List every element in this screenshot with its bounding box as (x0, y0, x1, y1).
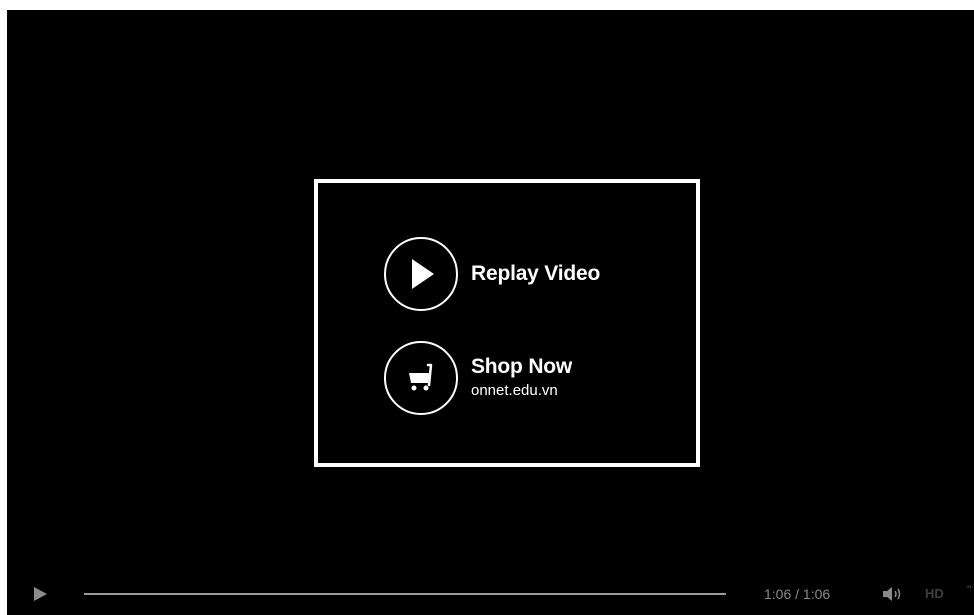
video-player[interactable]: Replay Video Shop Now onnet.edu.vn 1:06 … (7, 10, 974, 615)
play-icon (412, 259, 434, 289)
replay-label: Replay Video (471, 262, 601, 285)
player-controls: 1:06 / 1:06 HD " (7, 575, 974, 615)
replay-video-button[interactable]: Replay Video (384, 237, 600, 311)
play-icon[interactable] (31, 584, 51, 604)
time-display: 1:06 / 1:06 (764, 586, 831, 602)
progress-fill (84, 593, 726, 595)
shopping-cart-icon (409, 363, 433, 391)
shop-text: Shop Now onnet.edu.vn (471, 355, 572, 401)
shop-now-button[interactable]: Shop Now onnet.edu.vn (384, 341, 572, 415)
progress-bar[interactable] (84, 589, 726, 599)
end-screen-card: Replay Video Shop Now onnet.edu.vn (314, 179, 700, 467)
shop-circle[interactable] (384, 341, 458, 415)
shop-label: Shop Now (471, 355, 573, 378)
replay-text: Replay Video (471, 262, 600, 286)
more-button[interactable]: " (967, 583, 971, 597)
replay-circle[interactable] (384, 237, 458, 311)
hd-toggle[interactable]: HD (925, 586, 944, 601)
shop-domain: onnet.edu.vn (471, 382, 558, 399)
volume-icon[interactable] (881, 585, 903, 603)
